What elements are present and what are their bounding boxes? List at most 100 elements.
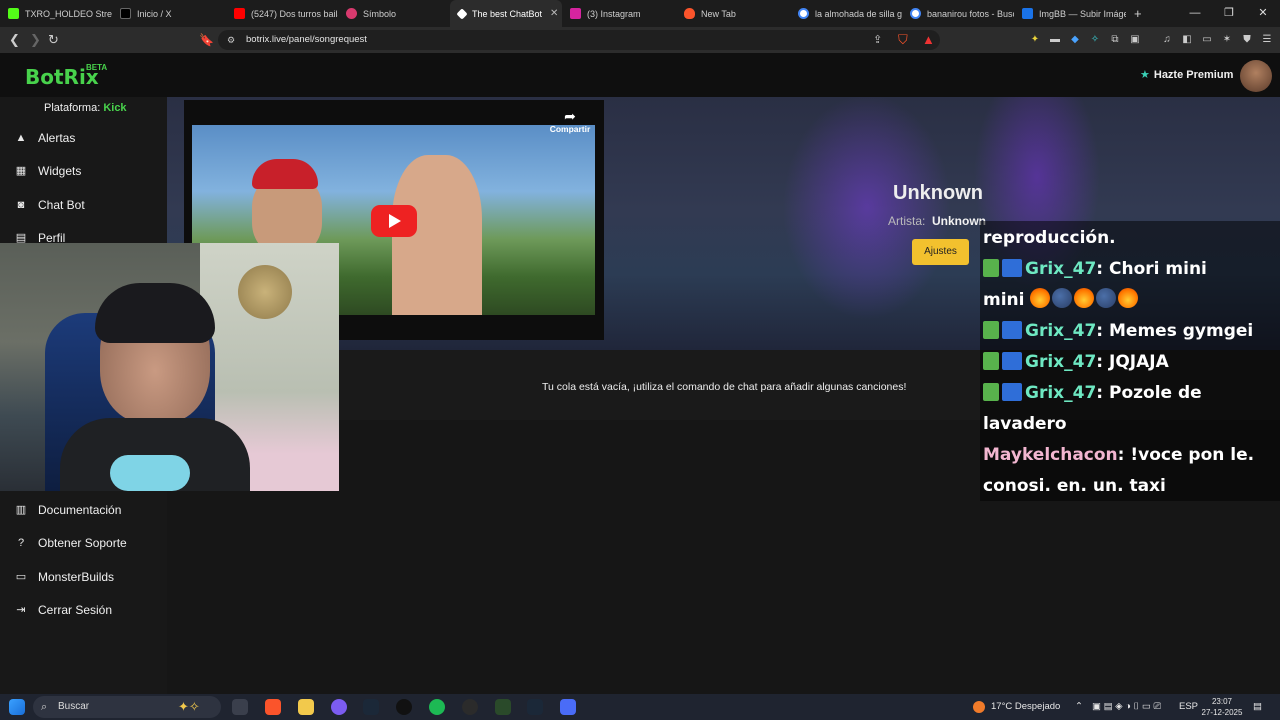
minimize-icon[interactable]: — <box>1178 0 1212 27</box>
star-icon: ★ <box>1140 69 1150 81</box>
brave-shields-icon[interactable]: ⛉ <box>898 27 908 53</box>
list-badge-icon <box>1002 321 1022 339</box>
wallet-icon[interactable]: ▭ <box>1200 33 1214 47</box>
sidebar-item-chatbot[interactable]: ◙ Chat Bot <box>14 198 85 212</box>
tab-google-bananirou[interactable]: bananirou fotos - Busc <box>902 0 1014 27</box>
app-header: BotRix BETA ★ Hazte Premium <box>0 53 1280 97</box>
tab-simbolo[interactable]: Símbolo <box>338 0 450 27</box>
tab-new-tab[interactable]: New Tab <box>676 0 790 27</box>
tray-chevron-icon[interactable]: ⌃ <box>1075 694 1083 720</box>
taskbar-search[interactable]: ⌕ Buscar ✦✧ <box>33 696 221 718</box>
chat-message: Grix_47: Chori mini <box>983 254 1207 285</box>
windows-start-icon[interactable] <box>9 699 25 715</box>
vpn-icon[interactable]: ⛊ <box>1240 33 1254 47</box>
brave-rewards-icon[interactable]: ▲ <box>922 27 935 53</box>
chat-text: !voce pon le. <box>1130 445 1255 465</box>
app-icon[interactable] <box>462 699 478 715</box>
chat-text: Pozole de <box>1109 383 1202 403</box>
extension-icon[interactable]: ▬ <box>1048 33 1062 47</box>
platform-indicator: Plataforma: Kick <box>44 102 127 114</box>
steam-icon[interactable] <box>527 699 543 715</box>
forward-icon[interactable]: ❯ <box>30 27 41 53</box>
premium-link[interactable]: ★ Hazte Premium <box>1140 68 1233 81</box>
tab-instagram[interactable]: (3) Instagram <box>562 0 676 27</box>
language-indicator[interactable]: ESP <box>1179 694 1198 720</box>
list-badge-icon <box>1002 383 1022 401</box>
spotify-icon[interactable] <box>429 699 445 715</box>
app-icon[interactable] <box>495 699 511 715</box>
tab-label: Inicio / X <box>137 8 172 19</box>
sidebar-item-alertas[interactable]: ▲ Alertas <box>14 131 76 145</box>
x-logo-icon <box>120 8 131 19</box>
sidebar-item-monsterbuilds[interactable]: ▭ MonsterBuilds <box>14 570 114 584</box>
notification-icon[interactable]: ▤ <box>1253 694 1262 720</box>
sidebar-item-documentacion[interactable]: ▥ Documentación <box>14 503 122 517</box>
settings-button[interactable]: Ajustes <box>912 239 969 265</box>
chat-message: reproducción. <box>983 223 1116 254</box>
sidebar-item-label: Obtener Soporte <box>38 536 127 550</box>
share-page-icon[interactable]: ⇪ <box>873 27 882 53</box>
extension-icon[interactable]: ✦ <box>1028 33 1042 47</box>
weather-text[interactable]: 17°C Despejado <box>991 694 1060 720</box>
new-tab-button[interactable]: + <box>1126 0 1152 27</box>
chat-text: Chori mini <box>1109 259 1207 279</box>
tab-txro-holdeo[interactable]: TXRO_HOLDEO Stream <box>0 0 112 27</box>
sidebar-toggle-icon[interactable]: ◧ <box>1180 33 1194 47</box>
close-window-icon[interactable]: ✕ <box>1246 0 1280 27</box>
taskbar-clock[interactable]: 23:07 27-12-2025 <box>1198 696 1246 718</box>
extensions-puzzle-icon[interactable]: ⧉ <box>1108 33 1122 47</box>
tab-x-home[interactable]: Inicio / X <box>112 0 226 27</box>
tab-imgbb[interactable]: ImgBB — Subir Imáge <box>1014 0 1126 27</box>
sidebar-item-cerrar-sesion[interactable]: ⇥ Cerrar Sesión <box>14 603 112 617</box>
avatar[interactable] <box>1240 60 1272 92</box>
chat-text: lavadero <box>983 414 1067 434</box>
sidebar-item-label: MonsterBuilds <box>38 570 115 584</box>
tab-label: (5247) Dos turros baila <box>251 8 338 19</box>
song-title: Unknown <box>893 182 983 204</box>
imgbb-icon <box>1022 8 1033 19</box>
share-button[interactable]: ➦ Compartir <box>547 108 593 134</box>
fire-emoji-icon <box>1030 288 1051 308</box>
extension-icon[interactable]: ▣ <box>1128 33 1142 47</box>
url-text: botrix.live/panel/songrequest <box>246 34 367 45</box>
youtube-play-icon[interactable] <box>371 205 417 237</box>
queue-empty-message: Tu cola está vacía, ¡utiliza el comando … <box>542 381 907 393</box>
tab-youtube[interactable]: (5247) Dos turros baila <box>226 0 338 27</box>
speaking-head-emoji-icon <box>1052 288 1073 308</box>
maximize-icon[interactable]: ❐ <box>1212 0 1246 27</box>
file-explorer-icon[interactable] <box>298 699 314 715</box>
logout-icon: ⇥ <box>16 604 26 616</box>
tab-botrix-active[interactable]: The best ChatBot ✕ <box>450 0 562 27</box>
extension-icon[interactable]: ◆ <box>1068 33 1082 47</box>
bookmark-icon[interactable]: 🔖 <box>199 27 214 53</box>
chat-message: Maykelchacon: !voce pon le. <box>983 445 1255 465</box>
tab-google-almohada[interactable]: la almohada de silla ga <box>790 0 902 27</box>
windows-taskbar: ⌕ Buscar ✦✧ 17°C Despejado ⌃ ▣ ▤ ◈ ◑ ⌷ ▭… <box>0 694 1280 720</box>
beta-badge: BETA <box>86 63 108 72</box>
sidebar-item-soporte[interactable]: ? Obtener Soporte <box>14 536 127 550</box>
red-cap <box>252 159 318 189</box>
menu-icon[interactable]: ☰ <box>1260 33 1274 47</box>
app-icon[interactable] <box>560 699 576 715</box>
chat-username: Grix_47 <box>1025 321 1097 341</box>
brave-taskbar-icon[interactable] <box>265 699 281 715</box>
platform-label: Plataforma: <box>44 102 101 114</box>
search-icon: ⌕ <box>41 701 48 713</box>
extension-icon[interactable]: ✧ <box>1088 33 1102 47</box>
reload-icon[interactable]: ↻ <box>48 27 59 53</box>
address-bar[interactable]: ⚙ botrix.live/panel/songrequest ⇪ ⛉ ▲ <box>218 30 940 50</box>
site-settings-icon[interactable]: ⚙ <box>227 27 235 53</box>
tray-icons[interactable]: ▣ ▤ ◈ ◑ ⌷ ▭ ⎚ <box>1092 694 1161 720</box>
sidebar-item-widgets[interactable]: ▦ Widgets <box>14 164 82 178</box>
steam-icon[interactable] <box>363 699 379 715</box>
close-tab-icon[interactable]: ✕ <box>550 8 558 19</box>
obs-icon[interactable] <box>396 699 412 715</box>
task-view-icon[interactable] <box>232 699 248 715</box>
youtube-icon <box>234 8 245 19</box>
media-icon[interactable]: ♫ <box>1160 33 1174 47</box>
back-icon[interactable]: ❮ <box>9 27 20 53</box>
leo-ai-icon[interactable]: ✶ <box>1220 33 1234 47</box>
wall-clock <box>238 265 292 319</box>
chat-app-icon[interactable] <box>331 699 347 715</box>
chat-text: JQJAJA <box>1109 352 1169 372</box>
